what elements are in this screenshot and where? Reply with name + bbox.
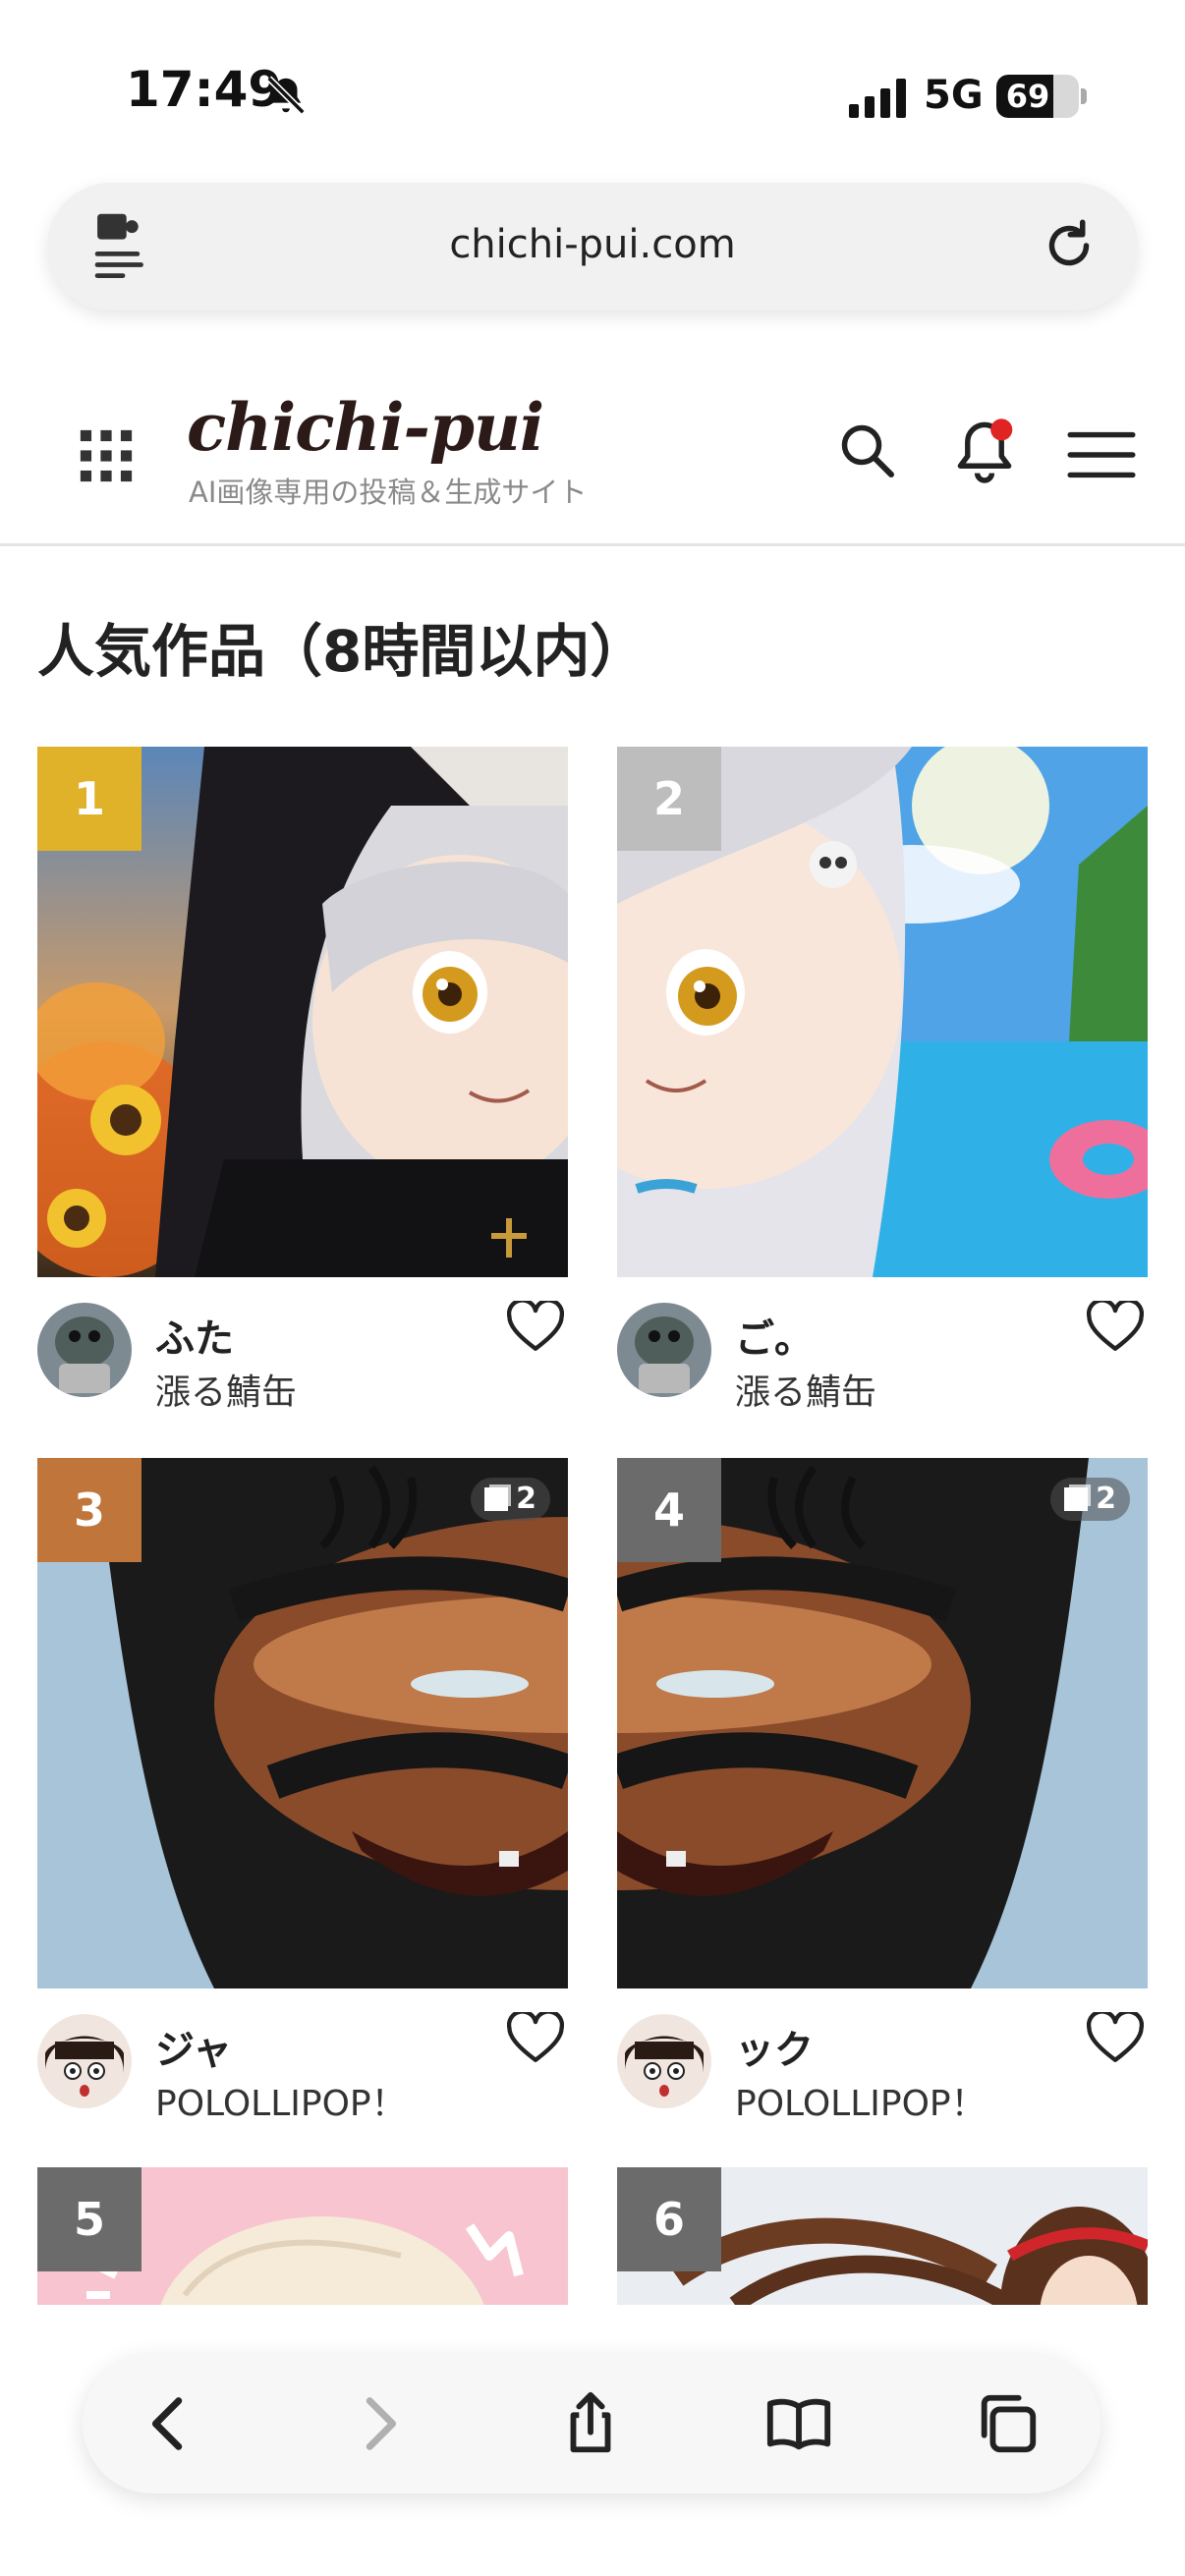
card-meta: ック POLOLLIPOP！ <box>617 1988 1148 2124</box>
site-header: chichi-pui AI画像専用の投稿＆生成サイト <box>0 354 1185 546</box>
author-name[interactable]: 漲る鯖缶 <box>735 1364 876 1415</box>
artwork-thumbnail[interactable]: 2 <box>617 747 1148 1277</box>
artwork-card[interactable]: 3 2 ジャ POLOLLIPOP！ <box>37 1458 568 2124</box>
forward-icon[interactable] <box>344 2389 413 2458</box>
url-text[interactable]: chichi-pui.com <box>47 222 1138 267</box>
artwork-title[interactable]: ック <box>735 2018 814 2075</box>
address-bar[interactable]: chichi-pui.com <box>47 183 1138 310</box>
notification-bell-icon[interactable] <box>953 415 1016 483</box>
rank-badge: 6 <box>617 2167 721 2271</box>
artwork-card[interactable]: 5 <box>37 2167 568 2305</box>
share-icon[interactable] <box>556 2389 625 2458</box>
card-meta: ご。 漲る鯖缶 <box>617 1277 1148 1413</box>
status-bar: 17:49 5G 69 <box>0 0 1185 187</box>
artwork-card[interactable]: 4 2 ック POLOLLIPOP！ <box>617 1458 1148 2124</box>
heart-icon[interactable] <box>1087 1301 1144 1354</box>
rank-badge: 5 <box>37 2167 141 2271</box>
clock: 17:49 <box>126 61 283 118</box>
signal-icon <box>849 79 906 118</box>
hamburger-menu-icon[interactable] <box>1067 430 1136 479</box>
apps-grid-icon[interactable] <box>79 428 134 483</box>
artwork-thumbnail[interactable]: 1 <box>37 747 568 1277</box>
rank-badge: 3 <box>37 1458 141 1562</box>
artwork-thumbnail[interactable]: 6 <box>617 2167 1148 2305</box>
artwork-title[interactable]: ジャ <box>155 2018 232 2075</box>
artwork-card[interactable]: 1 ふた 漲る鯖缶 <box>37 747 568 1413</box>
back-icon[interactable] <box>136 2389 204 2458</box>
author-name[interactable]: POLOLLIPOP！ <box>735 2075 987 2126</box>
rank-badge: 4 <box>617 1458 721 1562</box>
image-count: 2 <box>516 1482 536 1516</box>
artwork-title[interactable]: ふた <box>155 1307 234 1364</box>
card-meta: ふた 漲る鯖缶 <box>37 1277 568 1413</box>
image-count-badge: 2 <box>471 1478 550 1521</box>
image-count-badge: 2 <box>1050 1478 1130 1521</box>
artwork-thumbnail[interactable]: 4 2 <box>617 1458 1148 1988</box>
artwork-card[interactable]: 2 ご。 漲る鯖缶 <box>617 747 1148 1413</box>
site-tagline: AI画像専用の投稿＆生成サイト <box>189 476 588 509</box>
search-icon[interactable] <box>837 420 896 479</box>
author-avatar[interactable] <box>617 1303 711 1397</box>
card-meta: ジャ POLOLLIPOP！ <box>37 1988 568 2124</box>
section-title: 人気作品（8時間以内） <box>37 618 648 685</box>
author-avatar[interactable] <box>37 1303 132 1397</box>
multi-image-icon <box>1064 1487 1089 1511</box>
heart-icon[interactable] <box>507 1301 564 1354</box>
artwork-thumbnail[interactable]: 3 2 <box>37 1458 568 1988</box>
author-name[interactable]: POLOLLIPOP！ <box>155 2075 407 2126</box>
site-logo[interactable]: chichi-pui <box>187 389 544 466</box>
heart-icon[interactable] <box>1087 2012 1144 2065</box>
tabs-icon[interactable] <box>973 2389 1042 2458</box>
author-name[interactable]: 漲る鯖缶 <box>155 1364 297 1415</box>
image-count: 2 <box>1096 1482 1116 1516</box>
browser-toolbar <box>83 2354 1100 2493</box>
battery-cap <box>1081 88 1087 104</box>
artwork-card[interactable]: 6 <box>617 2167 1148 2305</box>
rank-badge: 1 <box>37 747 141 851</box>
bell-off-icon <box>266 76 306 115</box>
heart-icon[interactable] <box>507 2012 564 2065</box>
bookmarks-icon[interactable] <box>764 2389 833 2458</box>
artwork-title[interactable]: ご。 <box>735 1307 814 1364</box>
multi-image-icon <box>484 1487 509 1511</box>
network-type: 5G <box>924 73 984 118</box>
battery-level: 69 <box>1005 78 1050 115</box>
battery-indicator: 69 <box>996 75 1079 118</box>
author-avatar[interactable] <box>617 2014 711 2108</box>
rank-badge: 2 <box>617 747 721 851</box>
reload-icon[interactable] <box>1040 216 1099 275</box>
author-avatar[interactable] <box>37 2014 132 2108</box>
artwork-thumbnail[interactable]: 5 <box>37 2167 568 2305</box>
